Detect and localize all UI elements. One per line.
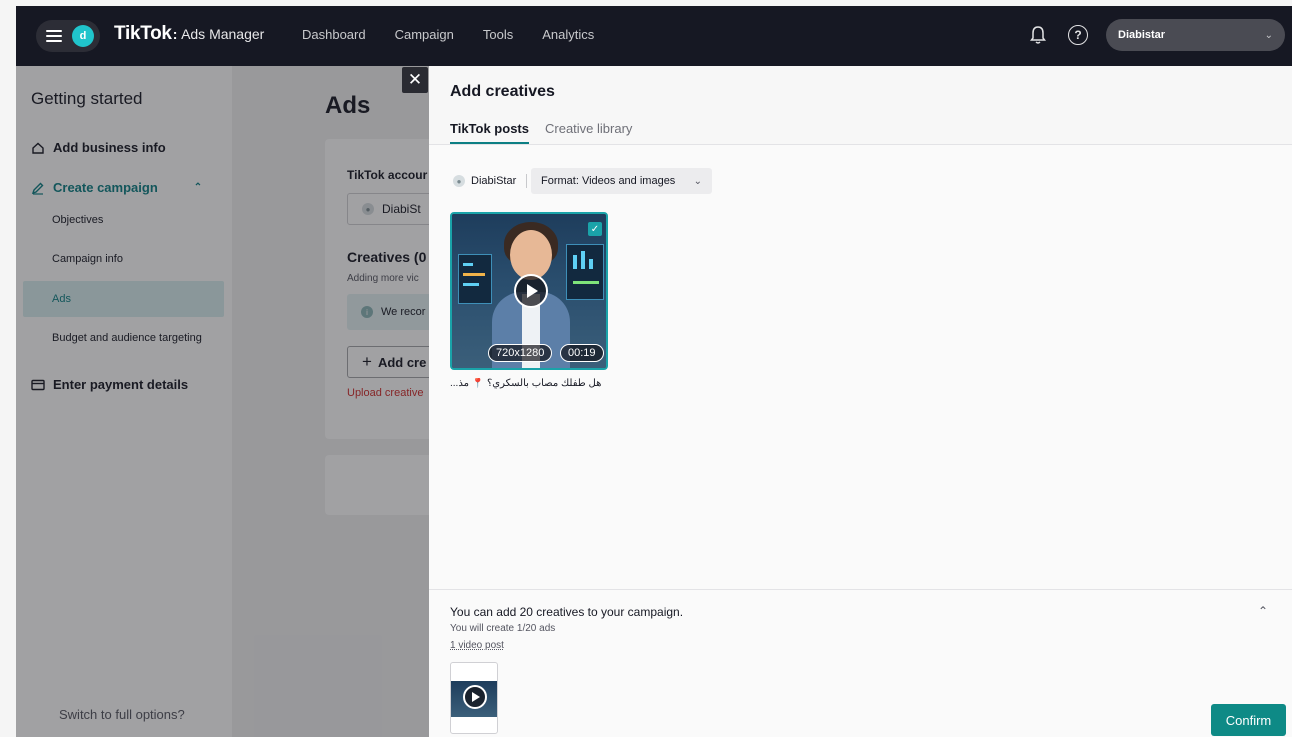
- nav-dashboard[interactable]: Dashboard: [302, 27, 366, 42]
- chevron-down-icon: ⌄: [1264, 29, 1273, 41]
- hamburger-icon[interactable]: [46, 30, 62, 42]
- drawer-header: Add creatives TikTok posts Creative libr…: [429, 66, 1292, 145]
- bell-icon[interactable]: [1030, 25, 1046, 45]
- tab-creative-library[interactable]: Creative library: [545, 121, 632, 142]
- account-filter[interactable]: ● DiabiStar: [453, 174, 528, 188]
- avatar[interactable]: d: [72, 25, 94, 47]
- bg-screen-right: [566, 244, 604, 300]
- resolution-badge: 720x1280: [488, 344, 553, 362]
- account-selector[interactable]: Diabistar ⌄: [1106, 19, 1285, 51]
- ads-count-text: You will create 1/20 ads: [450, 623, 556, 634]
- tiktok-post-card[interactable]: ✓ 720x1280 00:19: [450, 212, 608, 370]
- selected-thumbnail[interactable]: [450, 662, 498, 734]
- play-icon: [463, 685, 487, 709]
- add-creatives-drawer: Add creatives TikTok posts Creative libr…: [429, 66, 1292, 737]
- top-nav: Dashboard Campaign Tools Analytics: [302, 27, 594, 42]
- post-caption: هل طفلك مصاب بالسكري؟ 📍 مذ...: [450, 378, 602, 389]
- logo[interactable]: TikTok: Ads Manager: [114, 23, 264, 45]
- creatives-limit-text: You can add 20 creatives to your campaig…: [450, 605, 684, 619]
- drawer-title: Add creatives: [450, 83, 555, 100]
- filter-account-name: DiabiStar: [471, 175, 517, 187]
- top-bar: d TikTok: Ads Manager Dashboard Campaign…: [16, 6, 1292, 66]
- check-icon[interactable]: ✓: [588, 222, 602, 236]
- chevron-up-icon[interactable]: ⌃: [1258, 604, 1268, 618]
- tab-tiktok-posts[interactable]: TikTok posts: [450, 121, 529, 144]
- duration-badge: 00:19: [560, 344, 604, 362]
- help-icon[interactable]: ?: [1068, 25, 1088, 45]
- format-select[interactable]: Format: Videos and images ⌄: [531, 168, 712, 194]
- chevron-down-icon: ⌄: [693, 175, 702, 187]
- divider: [526, 174, 528, 188]
- drawer-footer: You can add 20 creatives to your campaig…: [429, 589, 1292, 737]
- menu-pill[interactable]: d: [36, 20, 100, 52]
- video-post-count[interactable]: 1 video post: [450, 640, 504, 651]
- play-icon[interactable]: [514, 274, 548, 308]
- bg-screen-left: [458, 254, 492, 304]
- person-head: [510, 230, 552, 280]
- format-select-value: Format: Videos and images: [541, 175, 676, 187]
- account-name: Diabistar: [1118, 29, 1166, 41]
- nav-analytics[interactable]: Analytics: [542, 27, 594, 42]
- close-icon[interactable]: ✕: [402, 67, 428, 93]
- logo-separator: :: [172, 26, 178, 42]
- account-avatar-icon: ●: [453, 175, 465, 187]
- nav-tools[interactable]: Tools: [483, 27, 513, 42]
- app-frame: d TikTok: Ads Manager Dashboard Campaign…: [16, 6, 1292, 737]
- logo-product: Ads Manager: [181, 26, 265, 42]
- logo-brand: TikTok: [114, 23, 172, 44]
- nav-campaign[interactable]: Campaign: [395, 27, 454, 42]
- confirm-button[interactable]: Confirm: [1211, 704, 1286, 736]
